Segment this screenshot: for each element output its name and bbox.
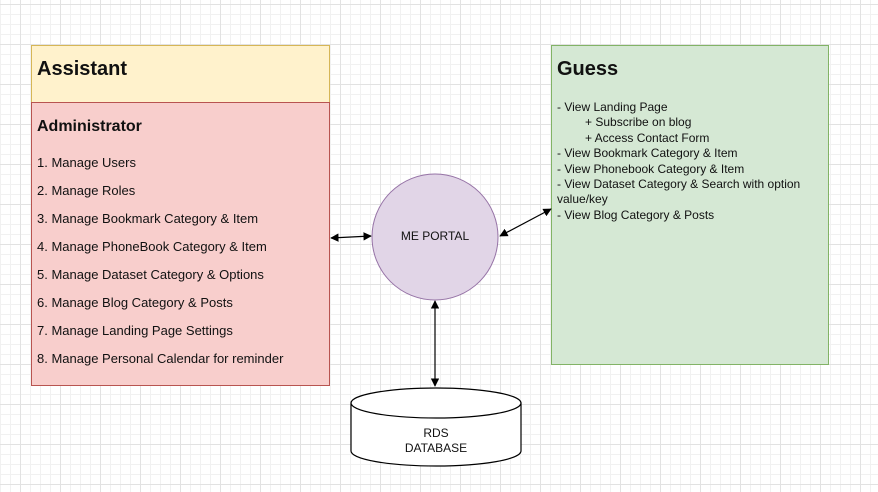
database-label-line1: RDS [423,426,449,440]
diagram-canvas [330,173,552,467]
me-portal-label: ME PORTAL [400,229,470,243]
portal-guess-connector[interactable] [499,208,552,237]
rds-database-label: RDS DATABASE [351,426,521,456]
admin-portal-connector[interactable] [330,232,372,242]
database-label-line2: DATABASE [404,441,468,455]
